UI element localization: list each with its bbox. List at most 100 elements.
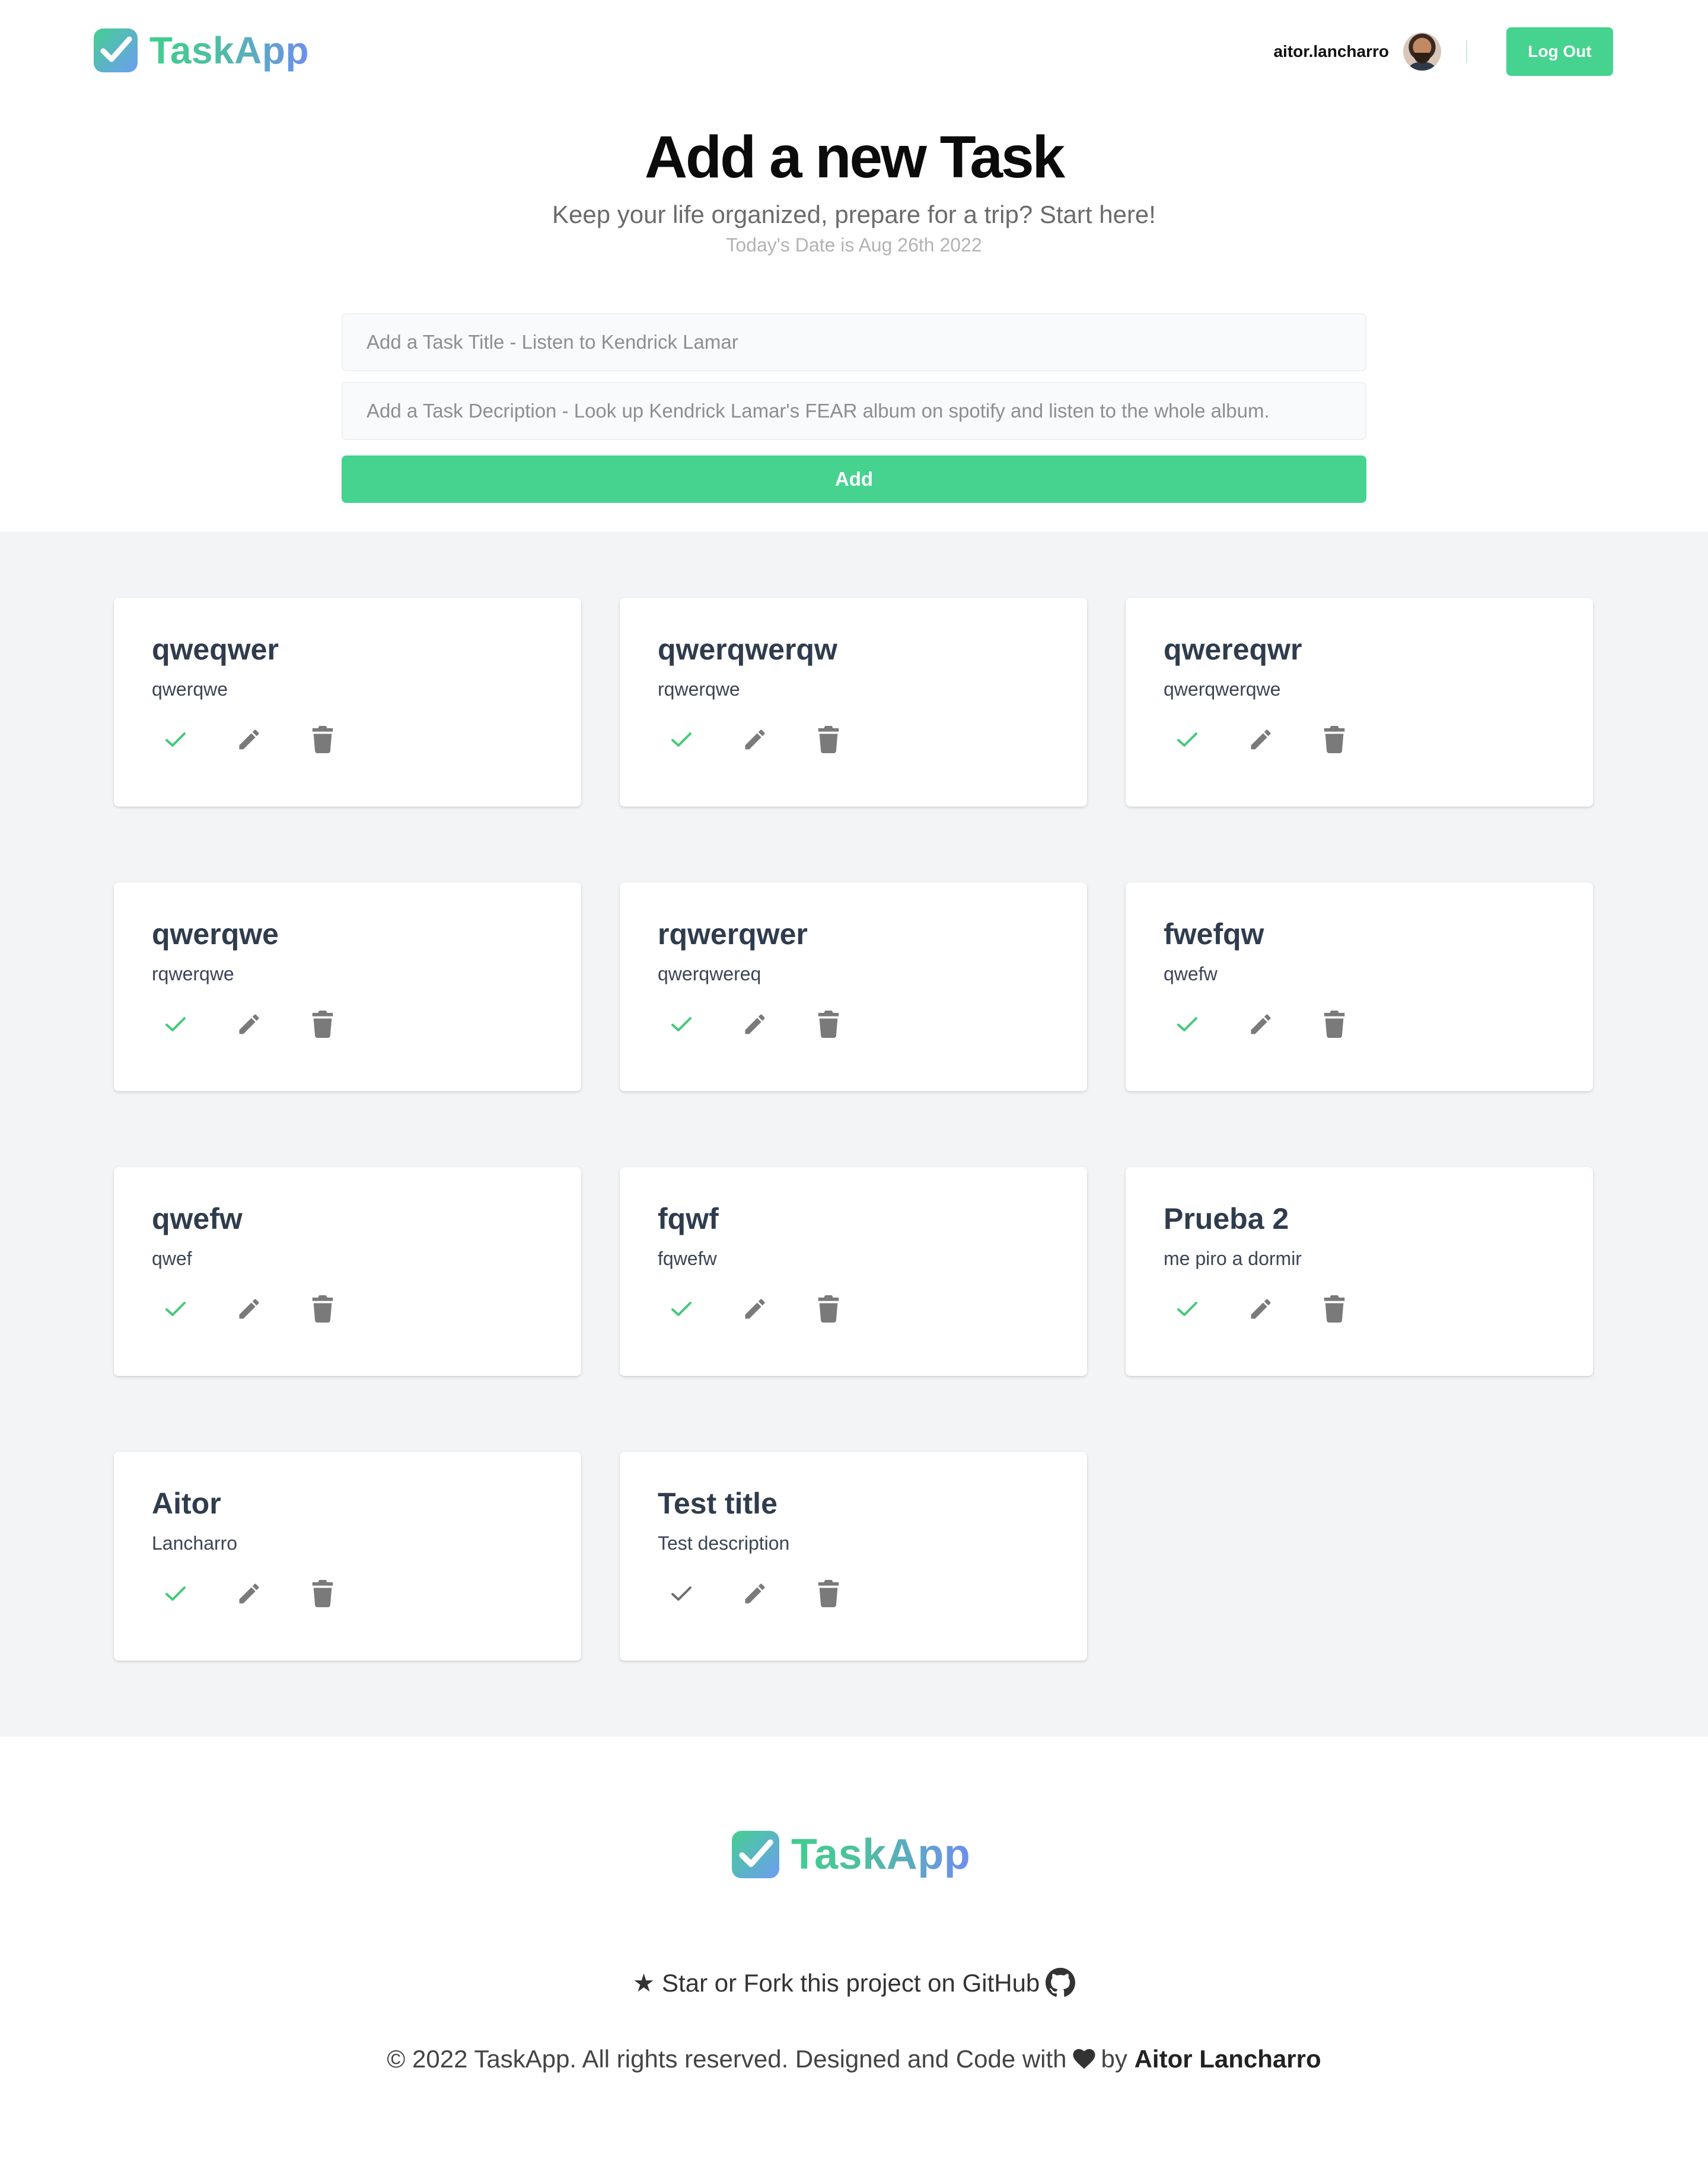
task-description: rqwerqwe [658,678,740,700]
task-card: rqwerqwer qwerqwereq [620,882,1087,1091]
task-description: me piro a dormir [1164,1248,1302,1269]
github-link[interactable]: ★ Star or Fork this project on GitHub [0,1968,1708,1997]
heart-icon [1073,2049,1095,2069]
task-actions [658,1291,878,1327]
copyright-text: © 2022 TaskApp. All rights reserved. Des… [387,2045,1067,2073]
check-icon[interactable] [1164,1291,1211,1327]
trash-icon[interactable] [805,1006,852,1043]
task-description: qwefw [1164,963,1218,984]
trash-icon[interactable] [299,1006,346,1043]
header: TaskApp aitor.lancharro Log Out [0,0,1708,106]
page-title: Add a new Task [644,124,1065,190]
task-card: qwerqwerqw rqwerqwe [620,598,1087,807]
task-card: qwereqwr qwerqwerqwe [1126,598,1593,807]
task-card: Aitor Lancharro [114,1452,581,1661]
check-icon[interactable] [152,1575,199,1612]
task-title: Test title [658,1487,777,1520]
trash-icon[interactable] [1311,721,1358,758]
footer-brand-name: TaskApp [791,1831,971,1878]
check-icon[interactable] [658,1291,705,1327]
check-icon[interactable] [1164,1006,1211,1043]
author-link[interactable]: Aitor Lancharro [1135,2045,1321,2073]
task-title: qwerqwe [152,917,279,951]
header-divider [1466,40,1467,63]
add-task-button[interactable]: Add [342,455,1366,503]
task-card: qwefw qwef [114,1167,581,1376]
page-subtitle: Keep your life organized, prepare for a … [552,200,1156,228]
github-text: ★ Star or Fork this project on GitHub [632,1968,1040,1997]
by-text: by [1101,2045,1127,2073]
pencil-icon[interactable] [225,1575,273,1612]
pencil-icon[interactable] [225,1006,273,1043]
avatar[interactable] [1403,33,1441,71]
task-card: qweqwer qwerqwe [114,598,581,807]
footer-logo[interactable]: TaskApp [732,1830,970,1879]
task-title: rqwerqwer [658,917,808,951]
pencil-icon[interactable] [1237,721,1285,758]
task-actions [152,1291,372,1327]
task-description-input[interactable] [342,382,1366,440]
task-actions [1164,1006,1384,1043]
brand-name: TaskApp [149,29,310,72]
check-icon[interactable] [658,1575,705,1612]
trash-icon[interactable] [299,1575,346,1612]
task-actions [152,1006,372,1043]
check-icon[interactable] [152,1006,199,1043]
username: aitor.lancharro [1273,42,1389,60]
pencil-icon[interactable] [731,721,779,758]
today-date: Today's Date is Aug 26th 2022 [726,234,982,256]
copyright: © 2022 TaskApp. All rights reserved. Des… [0,2045,1708,2073]
task-card: fqwf fqwefw [620,1167,1087,1376]
task-description: qwerqwe [152,678,228,700]
trash-icon[interactable] [805,1575,852,1612]
task-description: rqwerqwe [152,963,234,984]
task-actions [658,1006,878,1043]
pencil-icon[interactable] [1237,1006,1285,1043]
check-icon[interactable] [1164,721,1211,758]
task-title-input[interactable] [342,313,1366,371]
task-title: qwefw [152,1202,243,1235]
check-icon[interactable] [658,1006,705,1043]
task-list: qweqwer qwerqwe qwerqwerqw rqwerqwe qwer… [0,531,1708,1737]
task-actions [658,721,878,758]
task-description: qwerqwereq [658,963,761,984]
task-title: fqwf [658,1202,719,1235]
task-card: Test title Test description [620,1452,1087,1661]
brand-logo[interactable]: TaskApp [94,28,309,72]
logout-button[interactable]: Log Out [1506,27,1613,76]
task-description: qwef [152,1248,192,1269]
check-icon[interactable] [658,721,705,758]
pencil-icon[interactable] [731,1575,779,1612]
github-icon[interactable] [1046,1968,1076,1997]
task-actions [1164,1291,1384,1327]
task-actions [1164,721,1384,758]
user-area: aitor.lancharro Log Out [1273,27,1613,76]
task-actions [658,1575,878,1612]
task-card: Prueba 2 me piro a dormir [1126,1167,1593,1376]
logo-check-icon [94,28,138,72]
task-actions [152,1575,372,1612]
trash-icon[interactable] [805,1291,852,1327]
trash-icon[interactable] [299,721,346,758]
trash-icon[interactable] [1311,1006,1358,1043]
task-title: qwereqwr [1164,633,1302,666]
task-card: qwerqwe rqwerqwe [114,882,581,1091]
task-description: Test description [658,1532,790,1554]
pencil-icon[interactable] [731,1006,779,1043]
trash-icon[interactable] [1311,1291,1358,1327]
pencil-icon[interactable] [731,1291,779,1327]
pencil-icon[interactable] [225,1291,273,1327]
pencil-icon[interactable] [225,721,273,758]
task-title: Aitor [152,1487,221,1520]
task-card: fwefqw qwefw [1126,882,1593,1091]
task-description: Lancharro [152,1532,238,1554]
trash-icon[interactable] [299,1291,346,1327]
check-icon[interactable] [152,1291,199,1327]
task-description: fqwefw [658,1248,717,1269]
trash-icon[interactable] [805,721,852,758]
task-actions [152,721,372,758]
check-icon[interactable] [152,721,199,758]
task-title: qweqwer [152,633,279,666]
logo-check-icon [732,1831,779,1878]
pencil-icon[interactable] [1237,1291,1285,1327]
